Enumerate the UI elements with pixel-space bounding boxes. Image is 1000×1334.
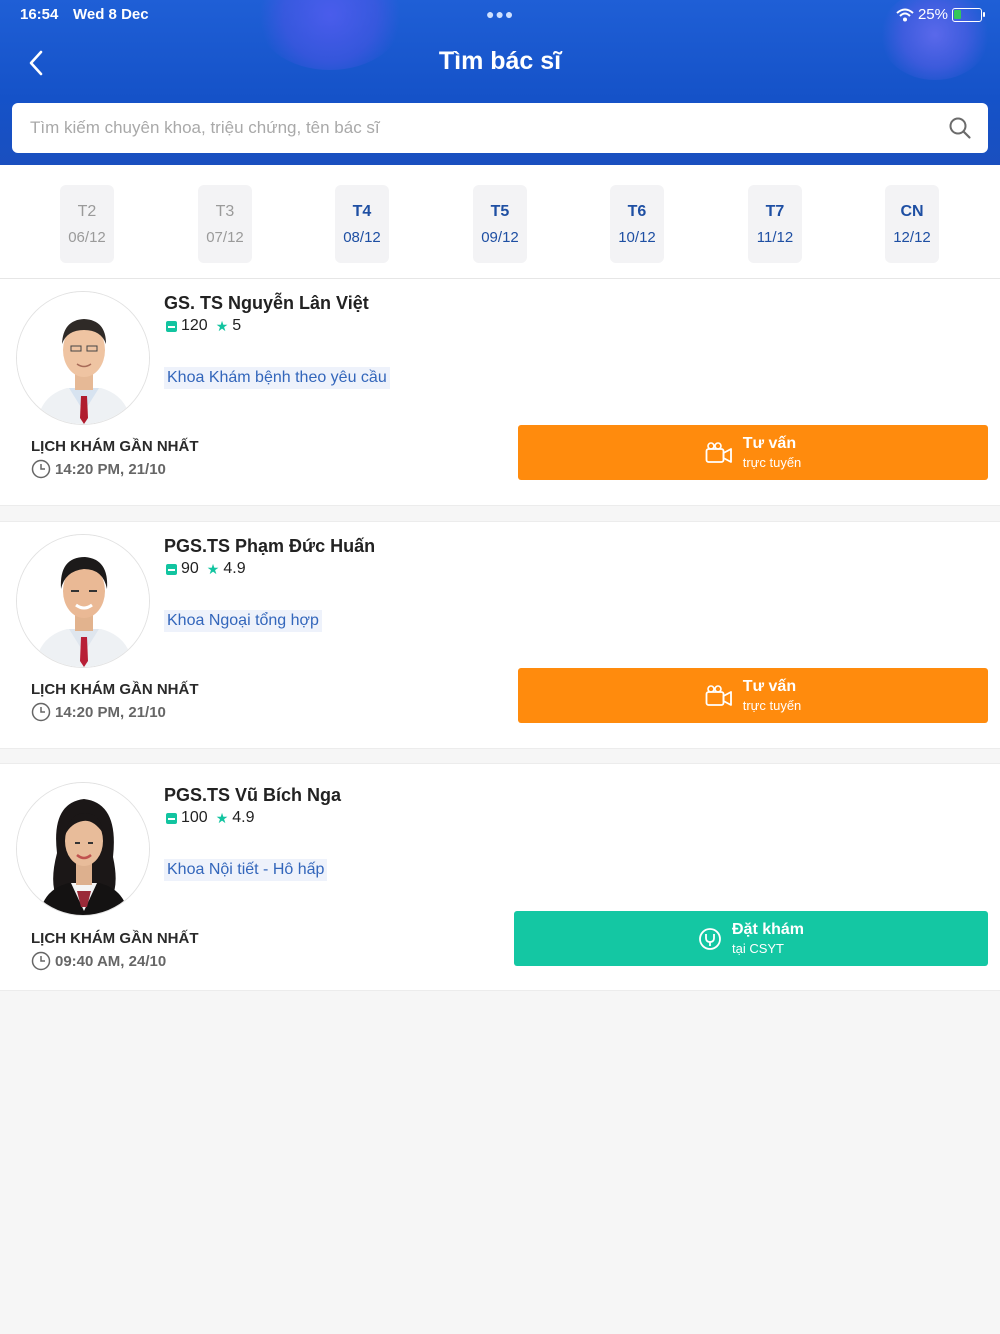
star-icon: ★ [215, 809, 229, 826]
booking-count: 100 [181, 809, 208, 826]
rating-value: 4.9 [223, 560, 246, 577]
doctor-card[interactable]: PGS.TS Vũ Bích Nga 100 ★ 4.9 Khoa Nội ti… [0, 763, 1000, 991]
status-time: 16:54 [20, 6, 59, 23]
video-camera-icon [705, 441, 732, 463]
date-value: 06/12 [68, 229, 106, 246]
department-tag[interactable]: Khoa Khám bệnh theo yêu cầu [164, 367, 390, 389]
header: 16:54 Wed 8 Dec ●●● 25% Tìm bác sĩ [0, 0, 1000, 165]
button-subtitle: trực tuyến [742, 698, 802, 713]
video-camera-icon [705, 684, 732, 706]
doctor-name[interactable]: PGS.TS Vũ Bích Nga [164, 785, 341, 806]
date-item-t7[interactable]: T7 11/12 [748, 185, 802, 263]
page-title: Tìm bác sĩ [438, 47, 562, 75]
date-item-t5[interactable]: T5 09/12 [473, 185, 527, 263]
stethoscope-icon [699, 927, 721, 950]
date-weekday: T5 [490, 203, 510, 220]
clock-icon [31, 951, 51, 971]
date-weekday: T6 [627, 203, 647, 220]
star-icon: ★ [206, 560, 220, 577]
wifi-icon [896, 8, 914, 21]
search-input[interactable] [12, 103, 932, 153]
book-appointment-button[interactable]: Đặt khám tại CSYT [514, 911, 988, 966]
button-text: Tư vấn trực tuyến [743, 435, 802, 470]
battery-percent: 25% [917, 6, 948, 23]
doctor-stats: 90 ★ 4.9 [166, 560, 246, 578]
rating-value: 5 [232, 317, 242, 334]
doctor-avatar [16, 534, 150, 668]
department-tag[interactable]: Khoa Ngoại tổng hợp [164, 610, 322, 632]
search-bar[interactable] [12, 103, 988, 153]
doctor-name[interactable]: GS. TS Nguyễn Lân Việt [164, 293, 369, 314]
date-value: 07/12 [206, 229, 244, 246]
schedule: 14:20 PM, 21/10 [31, 459, 166, 479]
schedule: 14:20 PM, 21/10 [31, 702, 166, 722]
calendar-icon [166, 320, 177, 332]
doctor-stats: 100 ★ 4.9 [166, 809, 255, 827]
date-item-cn[interactable]: CN 12/12 [885, 185, 939, 263]
status-date: Wed 8 Dec [73, 6, 149, 23]
button-text: Tư vấn trực tuyến [743, 678, 802, 713]
date-weekday: T2 [77, 203, 97, 220]
calendar-icon [166, 812, 177, 824]
button-title: Tư vấn [742, 678, 797, 695]
button-subtitle: trực tuyến [742, 455, 802, 470]
date-item-t3[interactable]: T3 07/12 [198, 185, 252, 263]
date-weekday: T7 [765, 203, 785, 220]
schedule-label: LỊCH KHÁM GẦN NHẤT [31, 438, 199, 455]
clock-icon [31, 702, 51, 722]
doctor-stats: 120 ★ 5 [166, 317, 241, 335]
date-value: 10/12 [618, 229, 656, 246]
date-value: 08/12 [343, 229, 381, 246]
doctor-card[interactable]: GS. TS Nguyễn Lân Việt 120 ★ 5 Khoa Khám… [0, 279, 1000, 506]
date-weekday: CN [900, 203, 924, 220]
star-icon: ★ [215, 317, 229, 334]
button-subtitle: tại CSYT [731, 941, 784, 956]
search-icon[interactable] [948, 116, 972, 140]
date-weekday: T3 [215, 203, 235, 220]
button-title: Tư vấn [742, 435, 797, 452]
consult-online-button[interactable]: Tư vấn trực tuyến [518, 668, 988, 723]
multitasking-dots-icon[interactable]: ●●● [486, 6, 514, 22]
status-bar: 16:54 Wed 8 Dec ●●● 25% [20, 6, 985, 26]
schedule-label: LỊCH KHÁM GẦN NHẤT [31, 930, 199, 947]
date-selector: T2 06/12 T3 07/12 T4 08/12 T5 09/12 T6 1… [0, 165, 1000, 279]
date-value: 09/12 [481, 229, 519, 246]
calendar-icon [166, 563, 177, 575]
rating-value: 4.9 [232, 809, 255, 826]
schedule-label: LỊCH KHÁM GẦN NHẤT [31, 681, 199, 698]
button-text: Đặt khám tại CSYT [732, 921, 804, 956]
doctor-avatar [16, 782, 150, 916]
doctor-name[interactable]: PGS.TS Phạm Đức Huấn [164, 536, 375, 557]
date-weekday: T4 [352, 203, 372, 220]
schedule-time: 14:20 PM, 21/10 [55, 460, 166, 478]
battery-icon [952, 7, 985, 22]
schedule-time: 09:40 AM, 24/10 [55, 952, 167, 970]
department-tag[interactable]: Khoa Nội tiết - Hô hấp [164, 859, 328, 881]
date-item-t2[interactable]: T2 06/12 [60, 185, 114, 263]
schedule-time: 14:20 PM, 21/10 [55, 703, 166, 721]
consult-online-button[interactable]: Tư vấn trực tuyến [518, 425, 988, 480]
date-value: 11/12 [756, 229, 794, 246]
date-value: 12/12 [893, 229, 931, 246]
clock-icon [31, 459, 51, 479]
schedule: 09:40 AM, 24/10 [31, 951, 166, 971]
booking-count: 120 [181, 317, 208, 334]
date-item-t4[interactable]: T4 08/12 [335, 185, 389, 263]
doctor-card[interactable]: PGS.TS Phạm Đức Huấn 90 ★ 4.9 Khoa Ngoại… [0, 521, 1000, 749]
date-item-t6[interactable]: T6 10/12 [610, 185, 664, 263]
booking-count: 90 [181, 560, 199, 577]
doctor-avatar [16, 291, 150, 425]
status-right: 25% [896, 6, 985, 23]
button-title: Đặt khám [731, 921, 805, 938]
